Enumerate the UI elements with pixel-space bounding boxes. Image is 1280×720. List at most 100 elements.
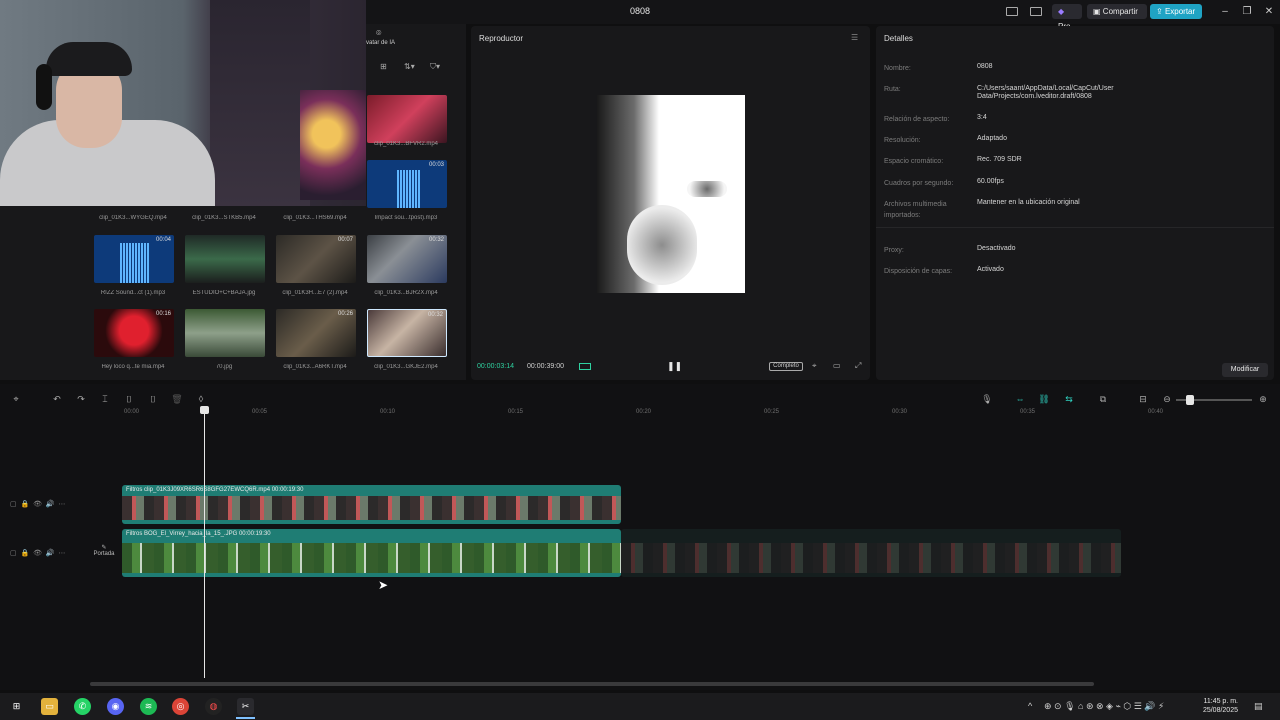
media-thumb[interactable]: 00:16: [94, 309, 174, 357]
media-thumb[interactable]: [185, 309, 265, 357]
webcam-overlay: [0, 0, 366, 206]
export-icon: ⇪: [1156, 7, 1163, 16]
tray-chevron-icon[interactable]: ^: [1028, 701, 1032, 711]
restore-icon[interactable]: ❐: [1239, 4, 1255, 19]
media-thumb[interactable]: 00:26: [276, 309, 356, 357]
microphone-icon[interactable]: 🎙: [980, 392, 994, 406]
trim-right-icon[interactable]: ⌷: [146, 392, 160, 406]
discord-icon[interactable]: ◉: [107, 698, 124, 715]
detail-label: Archivos multimedia importados:: [884, 201, 947, 219]
spotify-icon[interactable]: ≋: [140, 698, 157, 715]
media-filename: RIZZ Sound...ct (1).mp3: [100, 290, 166, 296]
shortcut-icon[interactable]: [1030, 7, 1042, 16]
cover-button[interactable]: ✎ Portada: [92, 544, 116, 557]
media-filename: Hey loco q...te mia.mp4: [101, 364, 165, 370]
timeline-grid-icon[interactable]: [579, 363, 591, 370]
media-thumb[interactable]: 00:07: [276, 235, 356, 283]
video-preview[interactable]: [597, 95, 745, 293]
quality-icon[interactable]: ▭: [833, 361, 841, 370]
minimize-icon[interactable]: –: [1217, 4, 1233, 19]
chrome-icon[interactable]: ◎: [172, 698, 189, 715]
detail-label: Proxy:: [884, 247, 904, 254]
clip-frames: [621, 543, 1121, 573]
tray-icons[interactable]: ⊕ ⊙ 🎙 ⌂ ⊛ ⊗ ◈ ⌁ ⬡ ☰ 🔊 ⚡: [1044, 701, 1164, 712]
select-tool-icon[interactable]: ⌖: [9, 392, 23, 406]
ruler-label: 00:40: [1148, 409, 1164, 415]
video-clip[interactable]: Filtros clip_01K3J09XR6SR6S8GFG27EWCQ6R.…: [122, 485, 621, 524]
view-toggle-icon[interactable]: ⊞: [380, 62, 387, 71]
edit-icon: ✎: [101, 545, 107, 551]
fit-icon[interactable]: ⊟: [1136, 392, 1150, 406]
trim-left-icon[interactable]: ⌷: [122, 392, 136, 406]
media-thumb[interactable]: 00:03: [367, 160, 447, 208]
media-filename: clip_01K3...THS69.mp4: [283, 215, 347, 221]
fullscreen-icon[interactable]: ⤢: [855, 361, 861, 371]
ai-avatar-label: vatar de IA: [366, 40, 396, 46]
share-button[interactable]: ▣ Compartir: [1087, 4, 1147, 19]
details-title: Detalles: [884, 34, 913, 43]
media-filename: clip_01K3...BJR2X.mp4: [374, 290, 438, 296]
detail-label: Ruta:: [884, 86, 901, 93]
undo-icon[interactable]: ↶: [50, 392, 64, 406]
notification-icon[interactable]: ▤: [1254, 701, 1263, 712]
timeline-scrollbar[interactable]: [90, 682, 1094, 686]
detail-value: Rec. 709 SDR: [977, 156, 1022, 163]
detail-value: Adaptado: [977, 135, 1007, 142]
capcut-icon[interactable]: ✂: [237, 698, 254, 715]
current-time: 00:00:03:14: [477, 363, 514, 370]
file-explorer-icon[interactable]: ▭: [41, 698, 58, 715]
recorder-icon[interactable]: ◍: [205, 698, 222, 715]
ai-avatar-icon[interactable]: ⌾: [376, 28, 381, 39]
zoom-in-icon[interactable]: ⊕: [1256, 392, 1270, 406]
media-thumb[interactable]: 00:32: [367, 235, 447, 283]
detail-value[interactable]: Activado: [977, 266, 1267, 274]
taskbar-clock[interactable]: 11:45 p. m. 25/08/2025: [1190, 697, 1238, 715]
ruler-label: 00:35: [1020, 409, 1036, 415]
media-thumb-selected[interactable]: 00:32: [367, 309, 447, 357]
zoom-out-icon[interactable]: ⊖: [1160, 392, 1174, 406]
layout-icon[interactable]: [1006, 7, 1018, 16]
detail-label: Cuadros por segundo:: [884, 180, 954, 187]
media-thumb[interactable]: [185, 235, 265, 283]
delete-icon[interactable]: 🗑: [170, 392, 184, 406]
ruler-label: 00:25: [764, 409, 780, 415]
video-clip[interactable]: Filtros BOG_El_Virrey_hacia_la_15_.JPG 0…: [122, 529, 621, 577]
track-controls[interactable]: ▢ 🔒 👁 🔊 ⋯: [10, 549, 66, 557]
sort-icon[interactable]: ⇅▾: [404, 62, 415, 71]
taskbar: ⊞ ▭ ✆ ◉ ≋ ◎ ◍ ✂ ^ ⊕ ⊙ 🎙 ⌂ ⊛ ⊗ ◈ ⌁ ⬡ ☰ 🔊 …: [0, 693, 1280, 720]
split-icon[interactable]: ⌶: [98, 392, 112, 406]
detail-value: 60.00fps: [977, 178, 1004, 185]
playhead[interactable]: [204, 408, 205, 678]
detail-value[interactable]: Desactivado: [977, 245, 1267, 253]
detail-label: Espacio cromático:: [884, 158, 944, 165]
detail-label: Relación de aspecto:: [884, 116, 950, 123]
menu-icon[interactable]: ☰: [851, 33, 858, 42]
preview-blur: [627, 205, 697, 285]
active-app-indicator: [236, 717, 255, 719]
media-thumb[interactable]: 00:04: [94, 235, 174, 283]
pause-icon[interactable]: ❚❚: [667, 361, 682, 372]
playhead-handle[interactable]: [200, 406, 209, 414]
modify-button[interactable]: Modificar: [1222, 363, 1268, 377]
marker-icon[interactable]: ◊: [194, 392, 208, 406]
screenshot-icon[interactable]: ⌖: [812, 361, 817, 371]
magnet-icon[interactable]: ⇔: [1013, 392, 1027, 406]
ruler-label: 00:30: [892, 409, 908, 415]
audio-waveform: [397, 170, 421, 208]
whatsapp-icon[interactable]: ✆: [74, 698, 91, 715]
filter-icon[interactable]: ⛉▾: [430, 62, 440, 72]
export-button[interactable]: ⇪ Exportar: [1150, 4, 1202, 19]
pro-button[interactable]: ◆ Pro: [1052, 4, 1082, 31]
clock-time: 11:45 p. m.: [1203, 698, 1238, 705]
redo-icon[interactable]: ↷: [74, 392, 88, 406]
windows-start-icon[interactable]: ⊞: [8, 698, 25, 715]
track-controls[interactable]: ▢ 🔒 👁 🔊 ⋯: [10, 500, 66, 508]
close-icon[interactable]: ✕: [1261, 4, 1277, 19]
snap-icon[interactable]: ⧉: [1096, 392, 1110, 406]
link-icon[interactable]: ⛓: [1037, 392, 1051, 406]
preview-axis-icon[interactable]: ⇆: [1062, 392, 1076, 406]
zoom-slider-handle[interactable]: [1186, 395, 1194, 405]
ruler-label: 00:00: [124, 409, 140, 415]
ratio-button[interactable]: Completo: [769, 362, 803, 371]
media-thumb[interactable]: [367, 95, 447, 143]
